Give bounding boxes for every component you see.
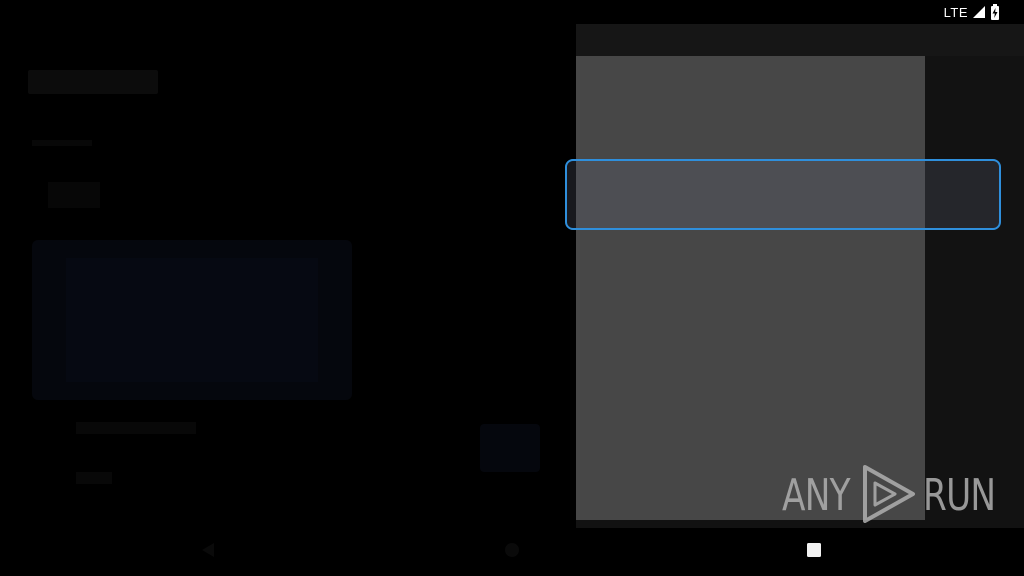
background-app-thumbnail [480, 424, 540, 472]
dimmed-background-app[interactable] [0, 24, 576, 528]
side-panel [576, 24, 1024, 528]
background-app-subtitle [32, 140, 92, 146]
background-app-text-block [48, 182, 100, 208]
status-indicators: LTE [944, 3, 1000, 21]
recents-icon [806, 542, 822, 563]
recents-button[interactable] [802, 540, 826, 564]
background-app-title [28, 70, 158, 94]
background-app-image-card [32, 240, 352, 400]
background-app-image [66, 258, 318, 382]
navigation-bar [0, 528, 1024, 576]
back-button[interactable] [196, 540, 220, 564]
watermark-run-text: RUN [922, 470, 996, 521]
side-panel-content[interactable] [576, 56, 925, 520]
signal-icon [972, 5, 986, 19]
focused-item-highlight[interactable] [565, 159, 1001, 230]
background-app-list-item [76, 472, 112, 484]
home-button[interactable] [500, 540, 524, 564]
back-icon [199, 541, 217, 564]
side-panel-header [576, 24, 1024, 56]
network-type-label: LTE [943, 4, 968, 20]
battery-charging-icon [990, 4, 1000, 20]
background-app-list-item [76, 422, 196, 434]
home-icon [503, 541, 521, 564]
anyrun-watermark: ANY RUN [782, 463, 996, 530]
play-triangle-icon [861, 463, 917, 530]
watermark-any-text: ANY [782, 470, 851, 521]
device-screen: LTE ANY RUN [0, 0, 1024, 576]
status-bar: LTE [0, 0, 1024, 24]
